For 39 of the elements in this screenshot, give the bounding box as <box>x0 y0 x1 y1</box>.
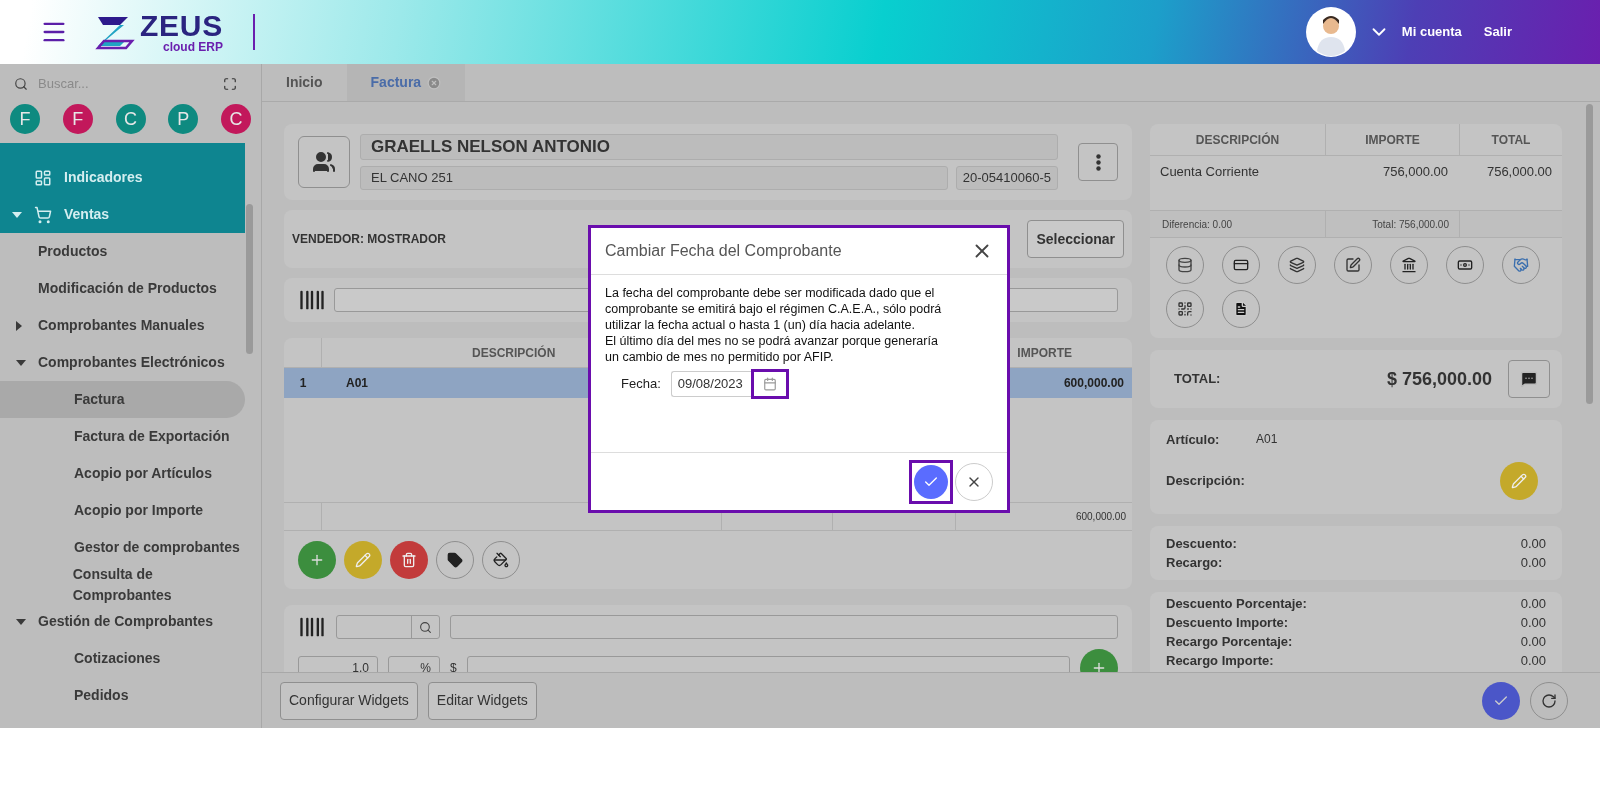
column-header: IMPORTE <box>1016 344 1073 362</box>
logo-subtitle: cloud ERP <box>163 41 223 53</box>
table-cell-text: 1 <box>298 375 308 392</box>
currency-label: $ <box>450 660 457 672</box>
dialog-message: El último día del mes no se podrá avanzar porque generaría un cambio de mes no permitido por AFIP. <box>605 333 939 365</box>
adjustment-value: 0.00 <box>1520 651 1546 670</box>
adjustment-label: Recargo Porcentaje: <box>1166 632 1293 651</box>
adjustment-label: Descuento Porcentaje: <box>1166 594 1307 613</box>
dialog-title: Cambiar Fecha del Comprobante <box>605 241 842 261</box>
article-label: Artículo: <box>1166 431 1221 449</box>
adjustment-value: 0.00 <box>1520 553 1546 572</box>
column-header: IMPORTE <box>1326 124 1460 155</box>
vendor-label: VENDEDOR: MOSTRADOR <box>292 231 446 248</box>
logo-title: ZEUS <box>140 11 223 41</box>
table-cell-text: 756,000.00 <box>1381 163 1449 181</box>
table-cell-text: 600,000.00 <box>1063 375 1125 392</box>
description-label: Descripción: <box>1166 471 1245 490</box>
adjustment-value: 0.00 <box>1520 613 1546 632</box>
table-total: 600,000.00 <box>1075 510 1127 524</box>
column-header: DESCRIPCIÓN <box>472 344 556 362</box>
adjustment-value: 0.00 <box>1520 534 1546 553</box>
column-header: TOTAL <box>1490 131 1532 149</box>
table-cell-text: 756,000.00 <box>1485 163 1553 181</box>
total-value: $ 756,000.00 <box>1386 367 1492 391</box>
table-cell-text: A01 <box>346 375 368 392</box>
adjustment-value: 0.00 <box>1520 632 1546 651</box>
adjustment-label: Recargo: <box>1166 553 1223 572</box>
date-label: Fecha: <box>621 376 661 392</box>
difference-text: Diferencia: 0.00 <box>1150 211 1326 237</box>
table-cell-text: Cuenta Corriente <box>1159 163 1260 181</box>
sum-text: Total: 756,000.00 <box>1326 211 1460 237</box>
adjustment-label: Descuento Importe: <box>1166 613 1289 632</box>
adjustment-value: 0.00 <box>1520 594 1546 613</box>
adjustment-label: Recargo Importe: <box>1166 651 1274 670</box>
total-label: TOTAL: <box>1174 370 1221 389</box>
column-header: DESCRIPCIÓN <box>1150 124 1326 155</box>
article-value: A01 <box>1256 431 1278 448</box>
adjustment-label: Descuento: <box>1166 534 1237 553</box>
dialog-message: La fecha del comprobante debe ser modificada dado que el comprobante se emitirá bajo el régimen C.A.E.A., sólo podrá utilizar la fecha actual o hasta 1 (un) día hacia adelante. <box>605 285 943 333</box>
